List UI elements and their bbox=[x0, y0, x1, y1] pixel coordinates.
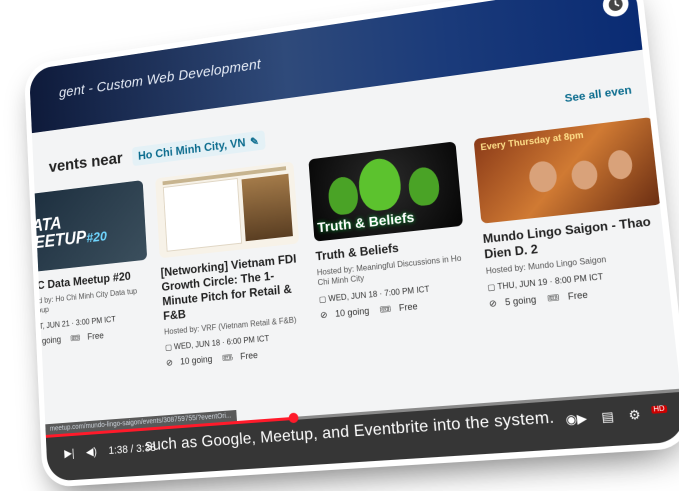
thumb-text: DATA MEETUP bbox=[29, 213, 87, 254]
pencil-icon: ✎ bbox=[249, 135, 260, 149]
event-date: WED, JUN 18 · 6:00 PM ICT bbox=[173, 334, 270, 352]
hd-badge: HD bbox=[650, 405, 668, 414]
event-card[interactable]: [Networking] Vietnam FDI Growth Circle: … bbox=[155, 161, 307, 369]
event-thumbnail bbox=[155, 161, 300, 259]
next-icon[interactable]: ▶| bbox=[64, 447, 75, 460]
alien-figure bbox=[357, 156, 403, 213]
event-card[interactable]: DATA MEETUP#20 MC Data Meetup #20 sted b… bbox=[29, 180, 152, 347]
scrubber-handle[interactable] bbox=[288, 412, 299, 424]
going-count: 10 going bbox=[334, 305, 370, 319]
video-frame: gent - Custom Web Development vents near… bbox=[29, 0, 679, 482]
thumb-number: #20 bbox=[85, 227, 108, 246]
settings-gear-icon[interactable]: ⚙ HD bbox=[628, 405, 668, 423]
event-card[interactable]: Truth & Beliefs Truth & Beliefs Hosted b… bbox=[308, 141, 470, 321]
event-price: Free bbox=[87, 330, 104, 342]
ticket-icon: 🎟 bbox=[221, 352, 234, 364]
ticket-icon: 🎟 bbox=[70, 332, 81, 343]
going-count: 55 going bbox=[30, 334, 62, 347]
event-price: Free bbox=[398, 300, 419, 313]
check-icon: ⊘ bbox=[319, 309, 328, 321]
autoplay-toggle[interactable]: ◉▶ bbox=[565, 411, 588, 428]
event-thumbnail: DATA MEETUP#20 bbox=[29, 180, 148, 273]
clock-icon bbox=[608, 0, 624, 12]
event-price: Free bbox=[240, 350, 259, 362]
check-icon: ⊘ bbox=[488, 298, 498, 310]
captions-icon[interactable]: ▤ bbox=[601, 409, 615, 425]
check-icon: ⊘ bbox=[165, 357, 174, 369]
event-price: Free bbox=[567, 289, 589, 303]
video-title: gent - Custom Web Development bbox=[58, 56, 262, 101]
event-title: [Networking] Vietnam FDI Growth Circle: … bbox=[160, 251, 297, 323]
going-count: 5 going bbox=[504, 294, 537, 308]
see-all-link[interactable]: See all even bbox=[564, 84, 632, 105]
event-thumbnail: Every Thursday at 8pm bbox=[473, 116, 663, 224]
event-card[interactable]: Every Thursday at 8pm Mundo Lingo Saigon… bbox=[473, 116, 673, 310]
watch-later-button[interactable] bbox=[601, 0, 630, 19]
thumb-text: Truth & Beliefs bbox=[316, 208, 415, 236]
ticket-icon: 🎟 bbox=[379, 303, 392, 315]
alien-figure bbox=[407, 165, 441, 208]
ticket-icon: 🎟 bbox=[546, 292, 560, 305]
volume-icon[interactable]: ◀) bbox=[86, 445, 97, 459]
event-thumbnail: Truth & Beliefs bbox=[308, 141, 464, 242]
section-title: vents near bbox=[48, 148, 124, 176]
city-selector[interactable]: Ho Chi Minh City, VN ✎ bbox=[131, 130, 266, 167]
alien-figure bbox=[327, 175, 360, 217]
thumb-text: Every Thursday at 8pm bbox=[480, 129, 585, 153]
going-count: 10 going bbox=[179, 354, 213, 367]
city-label: Ho Chi Minh City, VN bbox=[137, 135, 246, 163]
